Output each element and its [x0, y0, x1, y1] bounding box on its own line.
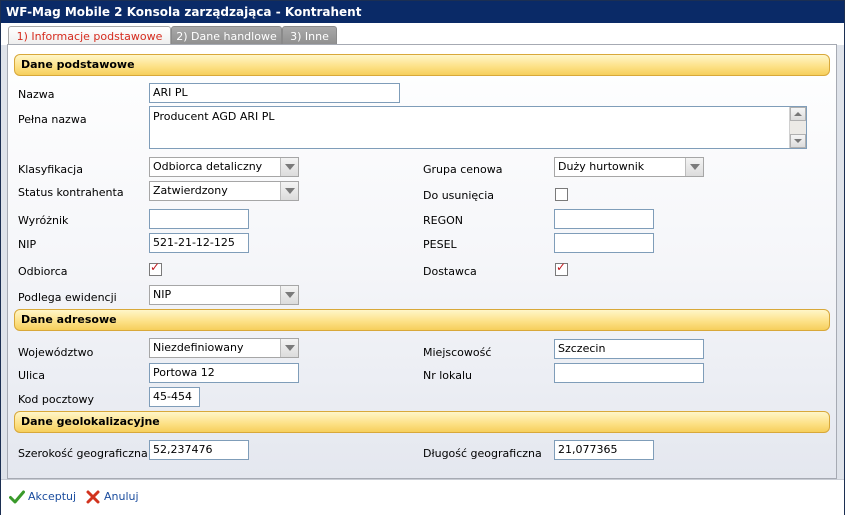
label-odbiorca: Odbiorca — [18, 265, 68, 278]
pesel-input[interactable] — [554, 233, 654, 253]
pelna-nazwa-text: Producent AGD ARI PL — [153, 110, 275, 123]
szerokosc-input[interactable]: 52,237476 — [149, 440, 249, 460]
regon-input[interactable] — [554, 209, 654, 229]
tab-dane-handlowe[interactable]: 2) Dane handlowe — [171, 26, 282, 45]
label-nip: NIP — [18, 238, 37, 251]
check-icon: ✓ — [556, 260, 567, 274]
label-klasyfikacja: Klasyfikacja — [18, 163, 83, 176]
section-header-geo: Dane geolokalizacyjne — [14, 411, 830, 433]
scroll-up-icon[interactable] — [790, 107, 806, 121]
check-icon: ✓ — [150, 260, 161, 274]
label-szerokosc-geograficzna: Szerokość geograficzna — [18, 447, 148, 460]
window-title: WF-Mag Mobile 2 Konsola zarządzająca - K… — [1, 1, 844, 23]
label-status-kontrahenta: Status kontrahenta — [18, 186, 124, 199]
chevron-down-icon[interactable] — [280, 339, 298, 357]
label-wojewodztwo: Województwo — [18, 346, 94, 359]
nazwa-input[interactable]: ARI PL — [149, 83, 400, 103]
grupa-cenowa-select[interactable]: Duży hurtownik — [554, 157, 704, 177]
label-miejscowosc: Miejscowość — [423, 346, 492, 359]
form-panel: Dane podstawowe Nazwa ARI PL Pełna nazwa… — [7, 44, 837, 479]
label-nazwa: Nazwa — [18, 88, 55, 101]
label-ulica: Ulica — [18, 369, 45, 382]
nr-lokalu-input[interactable] — [554, 363, 704, 383]
label-dostawca: Dostawca — [423, 265, 477, 278]
label-do-usuniecia: Do usunięcia — [423, 189, 495, 202]
status-kontrahenta-value: Zatwierdzony — [153, 184, 228, 197]
wyroznik-input[interactable] — [149, 209, 249, 229]
podlega-ewidencji-select[interactable]: NIP — [149, 285, 299, 305]
section-header-basic: Dane podstawowe — [14, 54, 830, 76]
cross-icon — [86, 490, 100, 504]
tab-inne[interactable]: 3) Inne — [282, 26, 337, 45]
memo-scrollbar[interactable] — [789, 107, 806, 148]
label-grupa-cenowa: Grupa cenowa — [423, 163, 503, 176]
klasyfikacja-select[interactable]: Odbiorca detaliczny — [149, 157, 299, 177]
do-usuniecia-checkbox[interactable] — [555, 188, 568, 201]
dlugosc-input[interactable]: 21,077365 — [554, 440, 654, 460]
ulica-input[interactable]: Portowa 12 — [149, 363, 299, 383]
kod-pocztowy-input[interactable]: 45-454 — [149, 387, 200, 407]
section-header-address: Dane adresowe — [14, 309, 830, 331]
cancel-label: Anuluj — [104, 490, 139, 503]
check-icon — [9, 490, 25, 504]
label-wyroznik: Wyróżnik — [18, 214, 69, 227]
klasyfikacja-value: Odbiorca detaliczny — [153, 160, 263, 173]
miejscowosc-input[interactable]: Szczecin — [554, 339, 704, 359]
accept-label: Akceptuj — [28, 490, 77, 503]
wojewodztwo-value: Niezdefiniowany — [153, 341, 244, 354]
label-pelna-nazwa: Pełna nazwa — [18, 113, 87, 126]
window: WF-Mag Mobile 2 Konsola zarządzająca - K… — [0, 0, 845, 515]
label-nr-lokalu: Nr lokalu — [423, 369, 472, 382]
grupa-cenowa-value: Duży hurtownik — [558, 160, 645, 173]
wojewodztwo-select[interactable]: Niezdefiniowany — [149, 338, 299, 358]
footer-toolbar: Akceptuj Anuluj — [1, 479, 844, 515]
status-kontrahenta-select[interactable]: Zatwierdzony — [149, 181, 299, 201]
label-regon: REGON — [423, 214, 464, 227]
chevron-down-icon[interactable] — [280, 182, 298, 200]
tab-strip: 1) Informacje podstawowe 2) Dane handlow… — [1, 23, 844, 45]
label-pesel: PESEL — [423, 238, 457, 251]
pelna-nazwa-textarea[interactable]: Producent AGD ARI PL — [149, 106, 807, 149]
chevron-down-icon[interactable] — [685, 158, 703, 176]
dostawca-checkbox[interactable]: ✓ — [555, 260, 568, 276]
label-dlugosc-geograficzna: Długość geograficzna — [423, 447, 542, 460]
odbiorca-checkbox[interactable]: ✓ — [149, 260, 162, 276]
label-kod-pocztowy: Kod pocztowy — [18, 393, 94, 406]
nip-input[interactable]: 521-21-12-125 — [149, 233, 249, 253]
label-podlega-ewidencji: Podlega ewidencji — [18, 291, 117, 304]
scroll-down-icon[interactable] — [790, 134, 806, 148]
podlega-ewidencji-value: NIP — [153, 288, 172, 301]
chevron-down-icon[interactable] — [280, 286, 298, 304]
tab-informacje-podstawowe[interactable]: 1) Informacje podstawowe — [8, 26, 171, 45]
chevron-down-icon[interactable] — [280, 158, 298, 176]
